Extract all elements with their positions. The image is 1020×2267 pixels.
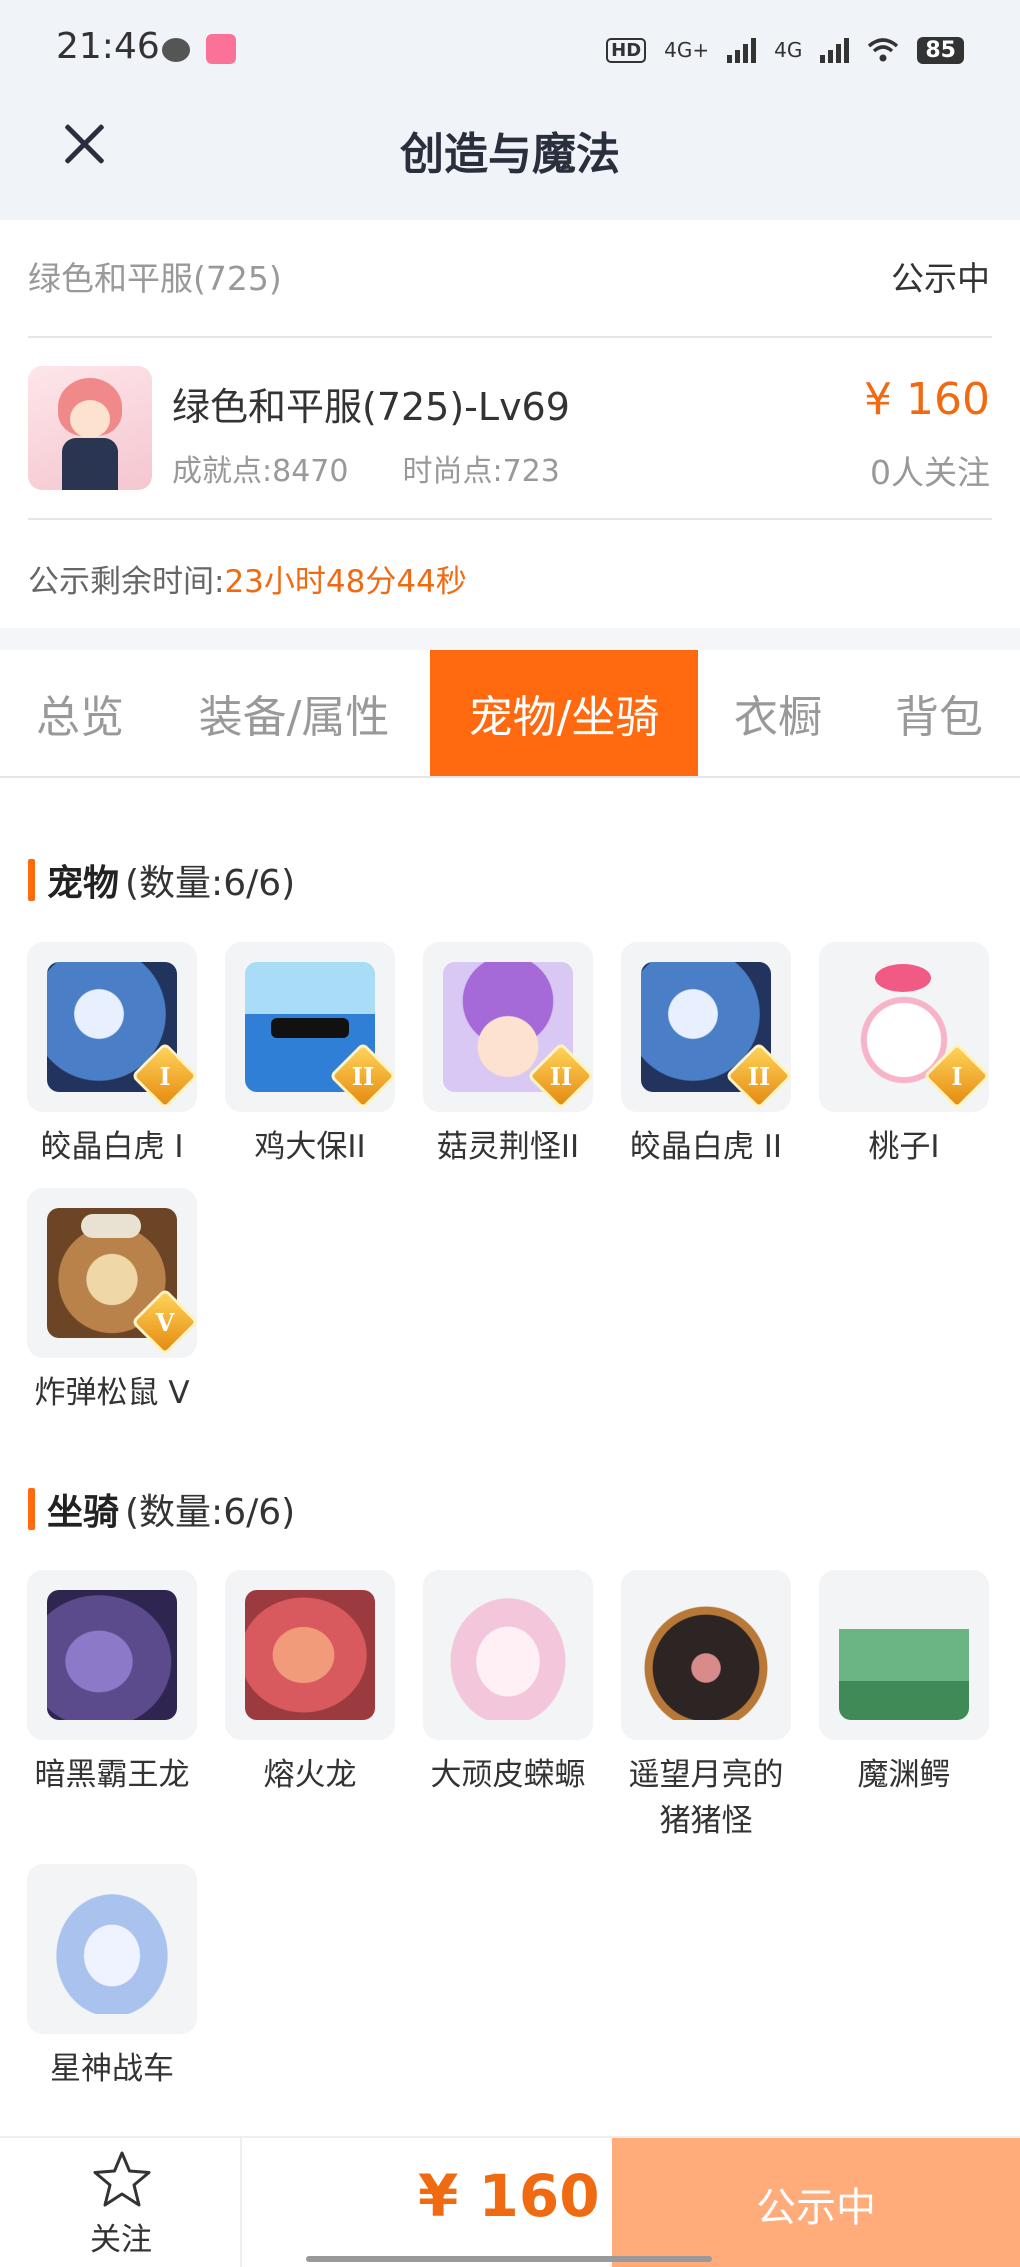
mount-thumbnail	[225, 1570, 395, 1740]
tab-equipment[interactable]: 装备/属性	[160, 650, 428, 776]
section-marker	[28, 859, 35, 901]
mount-name: 魔渊鳄	[857, 1757, 951, 1793]
mount-image	[641, 1590, 771, 1720]
fashion-points: 时尚点:723	[402, 454, 560, 489]
mount-thumbnail	[621, 1570, 791, 1740]
remaining-time: 公示剩余时间:23小时48分44秒	[28, 556, 467, 601]
network-label-1: 4G+	[664, 38, 710, 62]
mount-image	[839, 1590, 969, 1720]
bottom-price: ¥ 160	[418, 2162, 600, 2230]
mount-item[interactable]: 熔火龙	[224, 1570, 396, 1798]
mounts-section-title: 坐骑	[47, 1492, 120, 1533]
mounts-section-header: 坐骑 (数量:6/6)	[28, 1483, 295, 1535]
section-marker	[28, 1488, 35, 1530]
pet-thumbnail: II	[225, 942, 395, 1112]
home-indicator[interactable]	[306, 2256, 712, 2262]
tab-backpack[interactable]: 背包	[858, 650, 1020, 776]
character-title: 绿色和平服(725)-Lv69	[172, 385, 570, 429]
mount-thumbnail	[27, 1864, 197, 2034]
remaining-time-value: 23小时48分44秒	[224, 564, 467, 600]
tab-wardrobe[interactable]: 衣橱	[698, 650, 858, 776]
pet-thumbnail: V	[27, 1188, 197, 1358]
section-gap	[0, 628, 1020, 650]
bottom-bar: 关注 ¥ 160 公示中	[0, 2136, 1020, 2267]
signal-icon	[727, 37, 757, 63]
status-indicators: HD 4G+ 4G 85	[606, 30, 964, 70]
pet-name: 皎晶白虎 II	[629, 1129, 783, 1165]
mount-item[interactable]: 星神战车	[26, 1864, 198, 2092]
top-bar: 21:46 HD 4G+ 4G 85 创造与魔法	[0, 0, 1020, 220]
tab-bar: 总览 装备/属性 宠物/坐骑 衣橱 背包	[0, 650, 1020, 778]
remaining-time-label: 公示剩余时间:	[28, 564, 225, 600]
mounts-section-count: (数量:6/6)	[125, 1492, 296, 1533]
wechat-icon	[162, 38, 190, 62]
character-avatar	[28, 366, 152, 490]
mount-item[interactable]: 大顽皮蝾螈	[422, 1570, 594, 1798]
pet-thumbnail: II	[423, 942, 593, 1112]
pet-item[interactable]: II 皎晶白虎 II	[620, 942, 792, 1170]
signal-icon	[820, 37, 850, 63]
pet-item[interactable]: II 鸡大保II	[224, 942, 396, 1170]
mount-name: 大顽皮蝾螈	[430, 1757, 586, 1793]
mount-image	[47, 1884, 177, 2014]
pets-section-title: 宠物	[47, 863, 120, 904]
pet-name: 桃子I	[868, 1129, 940, 1165]
battery-icon: 85	[917, 36, 964, 64]
pet-thumbnail: I	[27, 942, 197, 1112]
mount-name: 星神战车	[50, 2051, 174, 2087]
hd-indicator: HD	[606, 37, 647, 63]
divider	[28, 518, 992, 520]
pet-item[interactable]: II 菇灵荆怪II	[422, 942, 594, 1170]
tab-pets-mounts[interactable]: 宠物/坐骑	[430, 650, 698, 776]
pet-item[interactable]: V 炸弹松鼠 V	[26, 1188, 198, 1416]
pet-name: 皎晶白虎 I	[40, 1129, 184, 1165]
pet-thumbnail: I	[819, 942, 989, 1112]
mount-thumbnail	[27, 1570, 197, 1740]
divider	[28, 336, 992, 338]
listing-server-name: 绿色和平服(725)	[28, 259, 282, 298]
mount-name: 遥望月亮的猪猪怪	[628, 1757, 784, 1839]
pets-section-header: 宠物 (数量:6/6)	[28, 854, 295, 906]
mount-image	[245, 1590, 375, 1720]
character-stats: 成就点:8470 时尚点:723	[172, 446, 560, 490]
listing-price: ¥ 160	[864, 374, 990, 425]
mount-image	[443, 1590, 573, 1720]
star-icon	[93, 2151, 151, 2207]
page-title: 创造与魔法	[400, 129, 620, 180]
pets-section-count: (数量:6/6)	[125, 863, 296, 904]
pet-name: 炸弹松鼠 V	[34, 1375, 190, 1411]
follow-label: 关注	[90, 2222, 152, 2258]
network-label-2: 4G	[774, 38, 803, 62]
mount-thumbnail	[819, 1570, 989, 1740]
wifi-icon	[868, 38, 899, 62]
follow-button[interactable]: 关注	[0, 2138, 242, 2267]
status-time: 21:46	[56, 26, 160, 67]
pet-name: 菇灵荆怪II	[436, 1129, 580, 1165]
pet-item[interactable]: I 桃子I	[818, 942, 990, 1170]
pet-thumbnail: II	[621, 942, 791, 1112]
status-bar: 21:46 HD 4G+ 4G 85	[0, 0, 1020, 96]
bilibili-icon	[206, 34, 236, 64]
listing-status: 公示中	[891, 259, 990, 298]
mount-name: 熔火龙	[263, 1757, 357, 1793]
achievement-points: 成就点:8470	[172, 454, 349, 489]
pet-item[interactable]: I 皎晶白虎 I	[26, 942, 198, 1170]
mount-item[interactable]: 魔渊鳄	[818, 1570, 990, 1798]
mount-name: 暗黑霸王龙	[34, 1757, 190, 1793]
mount-item[interactable]: 遥望月亮的猪猪怪	[620, 1570, 792, 1844]
mount-thumbnail	[423, 1570, 593, 1740]
mount-item[interactable]: 暗黑霸王龙	[26, 1570, 198, 1798]
status-action-button[interactable]: 公示中	[612, 2138, 1020, 2267]
mount-image	[47, 1590, 177, 1720]
follower-count: 0人关注	[870, 453, 990, 492]
tab-overview[interactable]: 总览	[0, 650, 160, 776]
pet-name: 鸡大保II	[254, 1129, 366, 1165]
